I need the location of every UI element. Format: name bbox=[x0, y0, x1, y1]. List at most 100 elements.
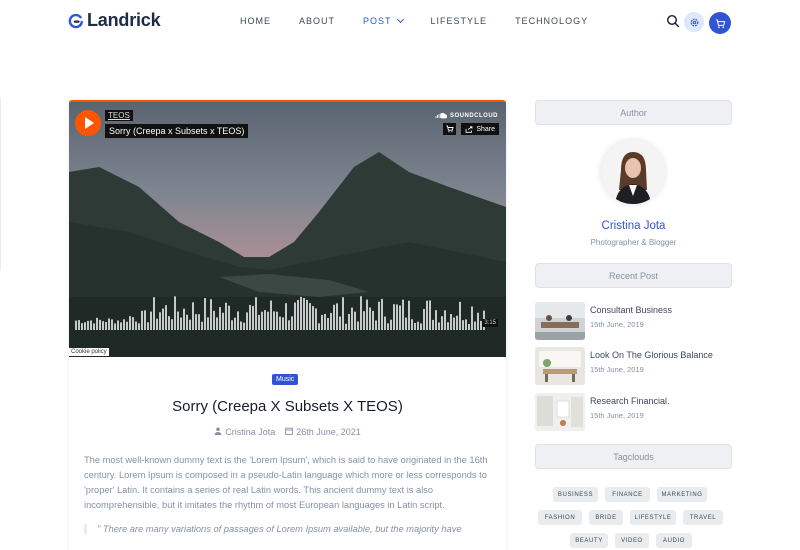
cart-icon bbox=[446, 125, 454, 133]
waveform-bar bbox=[411, 319, 413, 330]
soundcloud-logo[interactable]: SOUNDCLOUD bbox=[435, 112, 498, 119]
top-navbar: Landrick Home About Post Lifestyle Techn… bbox=[0, 0, 800, 44]
waveform-bar bbox=[324, 313, 326, 330]
recent-post-item[interactable]: Consultant Business 15th June, 2019 bbox=[535, 302, 732, 340]
waveform-bar bbox=[282, 317, 284, 330]
tag-lifestyle[interactable]: Lifestyle bbox=[630, 510, 676, 525]
avatar[interactable] bbox=[601, 140, 665, 204]
nav-post[interactable]: Post bbox=[363, 15, 404, 26]
waveform-bar bbox=[360, 296, 362, 330]
waveform-bar bbox=[300, 296, 302, 330]
nav-technology[interactable]: Technology bbox=[515, 16, 588, 26]
waveform-bar bbox=[138, 323, 140, 330]
waveform-bar bbox=[477, 312, 479, 330]
settings-button[interactable] bbox=[684, 12, 704, 32]
waveform-bar bbox=[348, 313, 350, 330]
player-artwork bbox=[69, 102, 506, 357]
tag-business[interactable]: Business bbox=[553, 487, 598, 502]
waveform-bar bbox=[99, 319, 101, 330]
post-author[interactable]: Cristina Jota bbox=[214, 427, 275, 437]
waveform-bar bbox=[234, 317, 236, 330]
tag-beauty[interactable]: Beauty bbox=[570, 533, 608, 548]
tag-fashion[interactable]: Fashion bbox=[538, 510, 582, 525]
waveform-bar bbox=[450, 314, 452, 330]
waveform-bar bbox=[318, 323, 320, 330]
author-name[interactable]: Cristina Jota bbox=[535, 220, 732, 232]
logo[interactable]: Landrick bbox=[68, 10, 161, 31]
nav-about[interactable]: About bbox=[299, 16, 335, 26]
waveform-bar bbox=[75, 320, 77, 330]
soundcloud-player[interactable]: TEOS Sorry (Creepa x Subsets x TEOS) SOU… bbox=[69, 100, 506, 357]
waveform-bar bbox=[366, 299, 368, 330]
waveform-bar bbox=[342, 297, 344, 330]
post-title: Sorry (Creepa X Subsets X TEOS) bbox=[172, 398, 403, 415]
tag-travel[interactable]: Travel bbox=[683, 510, 723, 525]
waveform-bar bbox=[279, 316, 281, 330]
tag-audio[interactable]: Audio bbox=[656, 533, 692, 548]
waveform-bar bbox=[435, 310, 437, 330]
waveform-bar bbox=[315, 308, 317, 330]
cookie-policy-link[interactable]: Cookie policy bbox=[69, 348, 109, 356]
gear-icon bbox=[690, 18, 698, 26]
author-role: Photographer & Blogger bbox=[590, 238, 677, 247]
waveform-bar bbox=[369, 307, 371, 330]
waveform-bar bbox=[405, 317, 407, 330]
buy-button[interactable] bbox=[443, 123, 456, 135]
track-artist[interactable]: TEOS bbox=[105, 110, 133, 121]
nav-home[interactable]: Home bbox=[240, 16, 271, 26]
tag-video[interactable]: Video bbox=[615, 533, 649, 548]
waveform-bar bbox=[339, 316, 341, 330]
waveform-bar bbox=[393, 304, 395, 330]
waveform-bar bbox=[120, 322, 122, 330]
recent-post-title[interactable]: Look On The Glorious Balance bbox=[590, 350, 713, 360]
waveform-bar bbox=[288, 320, 290, 330]
waveform-bar bbox=[471, 306, 473, 330]
recent-post-title[interactable]: Research Financial. bbox=[590, 396, 670, 406]
play-button[interactable] bbox=[75, 110, 101, 136]
waveform-bar bbox=[333, 304, 335, 330]
waveform-bar bbox=[306, 299, 308, 330]
waveform-bar bbox=[408, 300, 410, 330]
waveform-bar bbox=[240, 321, 242, 330]
nav-lifestyle[interactable]: Lifestyle bbox=[431, 16, 488, 26]
track-title[interactable]: Sorry (Creepa x Subsets x TEOS) bbox=[105, 124, 249, 138]
waveform-bar bbox=[210, 299, 212, 330]
waveform-bar bbox=[465, 319, 467, 330]
waveform-bar bbox=[381, 298, 383, 330]
waveform-bar bbox=[456, 315, 458, 330]
waveform-bar bbox=[162, 308, 164, 330]
tag-bride[interactable]: Bride bbox=[589, 510, 623, 525]
recent-post-title[interactable]: Consultant Business bbox=[590, 305, 672, 315]
waveform-bar bbox=[177, 311, 179, 330]
category-badge[interactable]: Music bbox=[272, 374, 299, 385]
recent-post-item[interactable]: Research Financial. 15th June, 2019 bbox=[535, 393, 732, 431]
cart-button[interactable] bbox=[709, 12, 731, 34]
waveform-bar bbox=[291, 316, 293, 330]
waveform-bar bbox=[246, 312, 248, 330]
user-icon bbox=[214, 427, 222, 437]
waveform-bar bbox=[390, 319, 392, 330]
waveform-bar bbox=[285, 303, 287, 330]
waveform-bar bbox=[420, 323, 422, 330]
tag-finance[interactable]: Finance bbox=[605, 487, 650, 502]
tag-marketing[interactable]: Marketing bbox=[657, 487, 707, 502]
waveform-bar bbox=[447, 322, 449, 330]
cart-icon bbox=[715, 18, 725, 28]
recent-post-item[interactable]: Look On The Glorious Balance 15th June, … bbox=[535, 347, 732, 385]
waveform-bar bbox=[309, 303, 311, 330]
waveform-bar bbox=[243, 322, 245, 330]
waveform-bar bbox=[255, 297, 257, 330]
waveform-bar bbox=[429, 300, 431, 330]
waveform-bar bbox=[459, 301, 461, 330]
waveform-bar bbox=[168, 316, 170, 330]
waveform-bar bbox=[135, 321, 137, 330]
waveform-bar bbox=[426, 300, 428, 330]
waveform-bar bbox=[453, 317, 455, 330]
waveform-bar bbox=[207, 317, 209, 330]
waveform-bar bbox=[147, 322, 149, 330]
waveform-bar bbox=[150, 311, 152, 330]
waveform-bar bbox=[276, 311, 278, 330]
search-icon[interactable] bbox=[666, 14, 680, 28]
share-button[interactable]: Share bbox=[461, 123, 499, 135]
soundcloud-icon bbox=[435, 112, 447, 119]
